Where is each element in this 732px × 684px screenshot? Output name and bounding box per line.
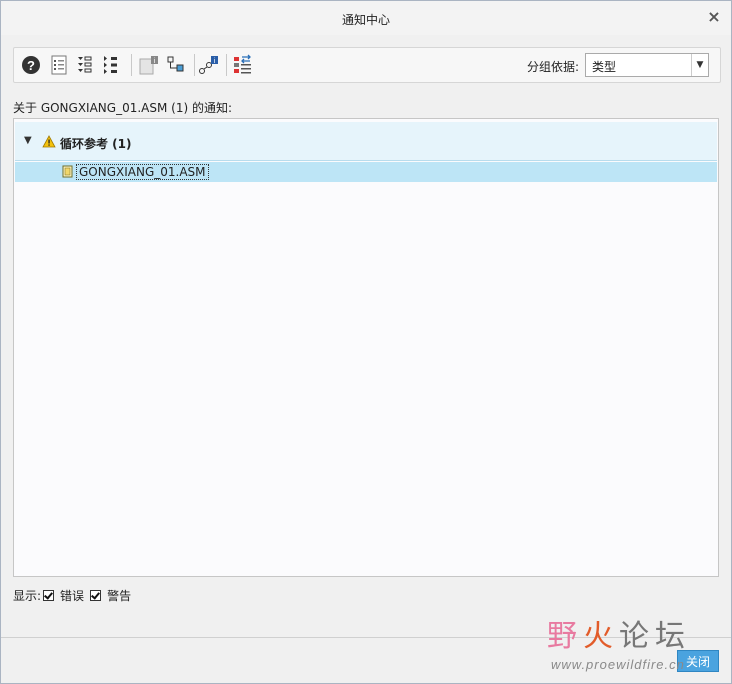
show-label: 显示: bbox=[13, 589, 42, 603]
title-bar: 通知中心 × bbox=[1, 1, 731, 35]
toolbar-separator bbox=[131, 54, 132, 76]
svg-text:?: ? bbox=[27, 58, 35, 73]
forum-watermark: 野火论坛 www.proewildfire.cn bbox=[547, 611, 731, 683]
tree-group-label: 循环参考 (1) bbox=[60, 137, 132, 151]
group-by-select[interactable]: 类型 ▼ bbox=[585, 53, 709, 77]
expand-triangle-icon[interactable]: ▼ bbox=[24, 135, 32, 146]
notification-center-dialog: 通知中心 × ? i i 分组依据: 类型 ▼ 关于 GONGXIANG_01.… bbox=[0, 0, 732, 684]
close-button[interactable]: 关闭 bbox=[677, 650, 719, 672]
list-details-icon[interactable] bbox=[47, 53, 71, 77]
errors-label: 错误 bbox=[60, 589, 85, 603]
filter-footer: 显示: 错误 警告 bbox=[13, 587, 131, 604]
tree-group-row[interactable]: ▼ 循环参考 (1) bbox=[15, 122, 717, 161]
warnings-label: 警告 bbox=[107, 589, 132, 603]
notification-tree[interactable]: ▼ 循环参考 (1) GONGXIANG_01.ASM bbox=[13, 118, 719, 577]
toolbar-separator bbox=[194, 54, 195, 76]
toolbar: ? i i 分组依据: 类型 ▼ bbox=[13, 47, 721, 83]
link-info-icon[interactable]: i bbox=[197, 53, 221, 77]
footer-divider bbox=[1, 637, 731, 638]
window-close-icon[interactable]: × bbox=[705, 8, 723, 26]
watermark-url: www.proewildfire.cn bbox=[551, 657, 685, 672]
collapse-all-icon[interactable] bbox=[99, 53, 123, 77]
warnings-checkbox[interactable] bbox=[90, 590, 102, 601]
group-by-value: 类型 bbox=[592, 60, 617, 74]
assembly-icon bbox=[62, 165, 74, 182]
tree-item-row[interactable]: GONGXIANG_01.ASM bbox=[15, 162, 717, 182]
watermark-logo: 野火论坛 bbox=[547, 619, 691, 654]
warning-icon bbox=[42, 135, 56, 151]
group-by-label: 分组依据: bbox=[527, 60, 580, 74]
chevron-down-icon[interactable]: ▼ bbox=[691, 54, 708, 76]
tree-item-label: GONGXIANG_01.ASM bbox=[76, 164, 209, 180]
window-title: 通知中心 bbox=[341, 13, 390, 27]
notice-label: 关于 GONGXIANG_01.ASM (1) 的通知: bbox=[13, 101, 233, 115]
toolbar-separator bbox=[226, 54, 227, 76]
tree-link-icon[interactable] bbox=[164, 53, 188, 77]
help-icon[interactable]: ? bbox=[19, 53, 43, 77]
sort-list-icon[interactable] bbox=[231, 53, 255, 77]
expand-all-icon[interactable] bbox=[73, 53, 97, 77]
errors-checkbox[interactable] bbox=[43, 590, 55, 601]
notification-info-icon[interactable]: i bbox=[137, 53, 161, 77]
